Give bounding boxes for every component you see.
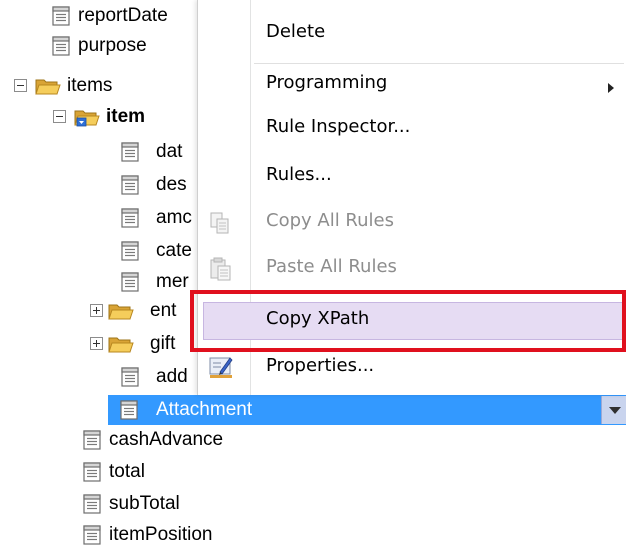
tree-node-label: purpose: [78, 35, 147, 56]
field-icon: [119, 366, 141, 388]
node-dropdown-button[interactable]: [601, 396, 626, 424]
menu-item-label: Delete: [266, 21, 326, 42]
expand-toggle-icon[interactable]: [90, 337, 103, 350]
menu-item-rule-inspector[interactable]: Rule Inspector...: [198, 109, 626, 151]
field-icon: [119, 207, 141, 229]
field-icon: [119, 141, 141, 163]
repeating-folder-icon: [74, 106, 100, 128]
paste-rules-icon: [208, 256, 234, 282]
tree-node-reportdate[interactable]: reportDate: [50, 1, 168, 31]
tree-node-label: des: [156, 174, 187, 195]
menu-item-label: Copy All Rules: [266, 210, 394, 231]
tree-node-date[interactable]: dat: [119, 137, 182, 167]
tree-node-label: add: [156, 366, 188, 387]
field-icon: [81, 493, 103, 515]
tree-node-label: total: [109, 461, 145, 482]
field-icon: [81, 429, 103, 451]
menu-item-properties[interactable]: Properties...: [198, 348, 626, 390]
menu-separator: [254, 63, 624, 64]
folder-icon: [108, 333, 134, 355]
tree-node-cashadvance[interactable]: cashAdvance: [81, 425, 223, 455]
context-menu: Delete Programming Rule Inspector... Rul…: [197, 0, 626, 395]
submenu-arrow-icon: [608, 83, 614, 93]
tree-node-category[interactable]: cate: [119, 236, 192, 266]
tree-node-label: cashAdvance: [109, 429, 224, 450]
field-icon: [118, 399, 140, 421]
folder-icon: [35, 75, 61, 97]
field-icon: [50, 5, 72, 27]
menu-item-programming[interactable]: Programming: [198, 65, 626, 107]
menu-item-label: Rule Inspector...: [266, 116, 411, 137]
menu-item-label: Copy XPath: [266, 308, 370, 329]
tree-node-subtotal[interactable]: subTotal: [81, 489, 180, 519]
field-icon: [81, 524, 103, 546]
tree-node-items[interactable]: items: [35, 71, 112, 101]
tree-node-entertainment[interactable]: ent: [108, 296, 176, 326]
menu-item-rules[interactable]: Rules...: [198, 157, 626, 199]
tree-node-merchant[interactable]: mer: [119, 267, 189, 297]
field-icon: [50, 35, 72, 57]
menu-item-label: Programming: [266, 72, 388, 93]
tree-node-label: cate: [156, 240, 192, 261]
tree-node-purpose[interactable]: purpose: [50, 31, 147, 61]
tree-node-label: subTotal: [109, 493, 180, 514]
expand-toggle-icon[interactable]: [90, 304, 103, 317]
field-icon: [119, 174, 141, 196]
field-icon: [119, 271, 141, 293]
folder-icon: [108, 300, 134, 322]
menu-item-copy-all-rules[interactable]: Copy All Rules: [198, 203, 626, 245]
collapse-toggle-icon[interactable]: [53, 110, 66, 123]
tree-node-label: reportDate: [78, 5, 168, 26]
tree-node-label: items: [67, 75, 113, 96]
tree-node-additional[interactable]: add: [119, 362, 188, 392]
menu-item-label: Rules...: [266, 164, 332, 185]
menu-item-delete[interactable]: Delete: [198, 14, 626, 56]
tree-node-label: item: [106, 106, 146, 127]
menu-item-copy-xpath[interactable]: Copy XPath: [198, 300, 626, 342]
tree-node-label: gift: [150, 333, 176, 354]
tree-node-description[interactable]: des: [119, 170, 187, 200]
tree-node-item[interactable]: item: [74, 102, 145, 132]
copy-rules-icon: [208, 210, 234, 236]
tree-node-attachment-selected[interactable]: Attachment: [108, 395, 626, 425]
tree-node-itemposition[interactable]: itemPosition: [81, 520, 213, 548]
collapse-toggle-icon[interactable]: [14, 79, 27, 92]
menu-item-paste-all-rules[interactable]: Paste All Rules: [198, 249, 626, 291]
tree-node-label: dat: [156, 141, 183, 162]
field-icon: [81, 461, 103, 483]
tree-node-amount[interactable]: amc: [119, 203, 192, 233]
tree-node-gift[interactable]: gift: [108, 329, 175, 359]
tree-node-total[interactable]: total: [81, 457, 145, 487]
tree-node-label: mer: [156, 271, 189, 292]
tree-node-label: ent: [150, 300, 177, 321]
tree-node-label: itemPosition: [109, 524, 213, 545]
tree-node-label: amc: [156, 207, 192, 228]
menu-item-label: Paste All Rules: [266, 256, 397, 277]
tree-node-label: Attachment: [156, 399, 253, 420]
field-icon: [119, 240, 141, 262]
menu-item-label: Properties...: [266, 355, 375, 376]
properties-icon: [208, 354, 234, 380]
